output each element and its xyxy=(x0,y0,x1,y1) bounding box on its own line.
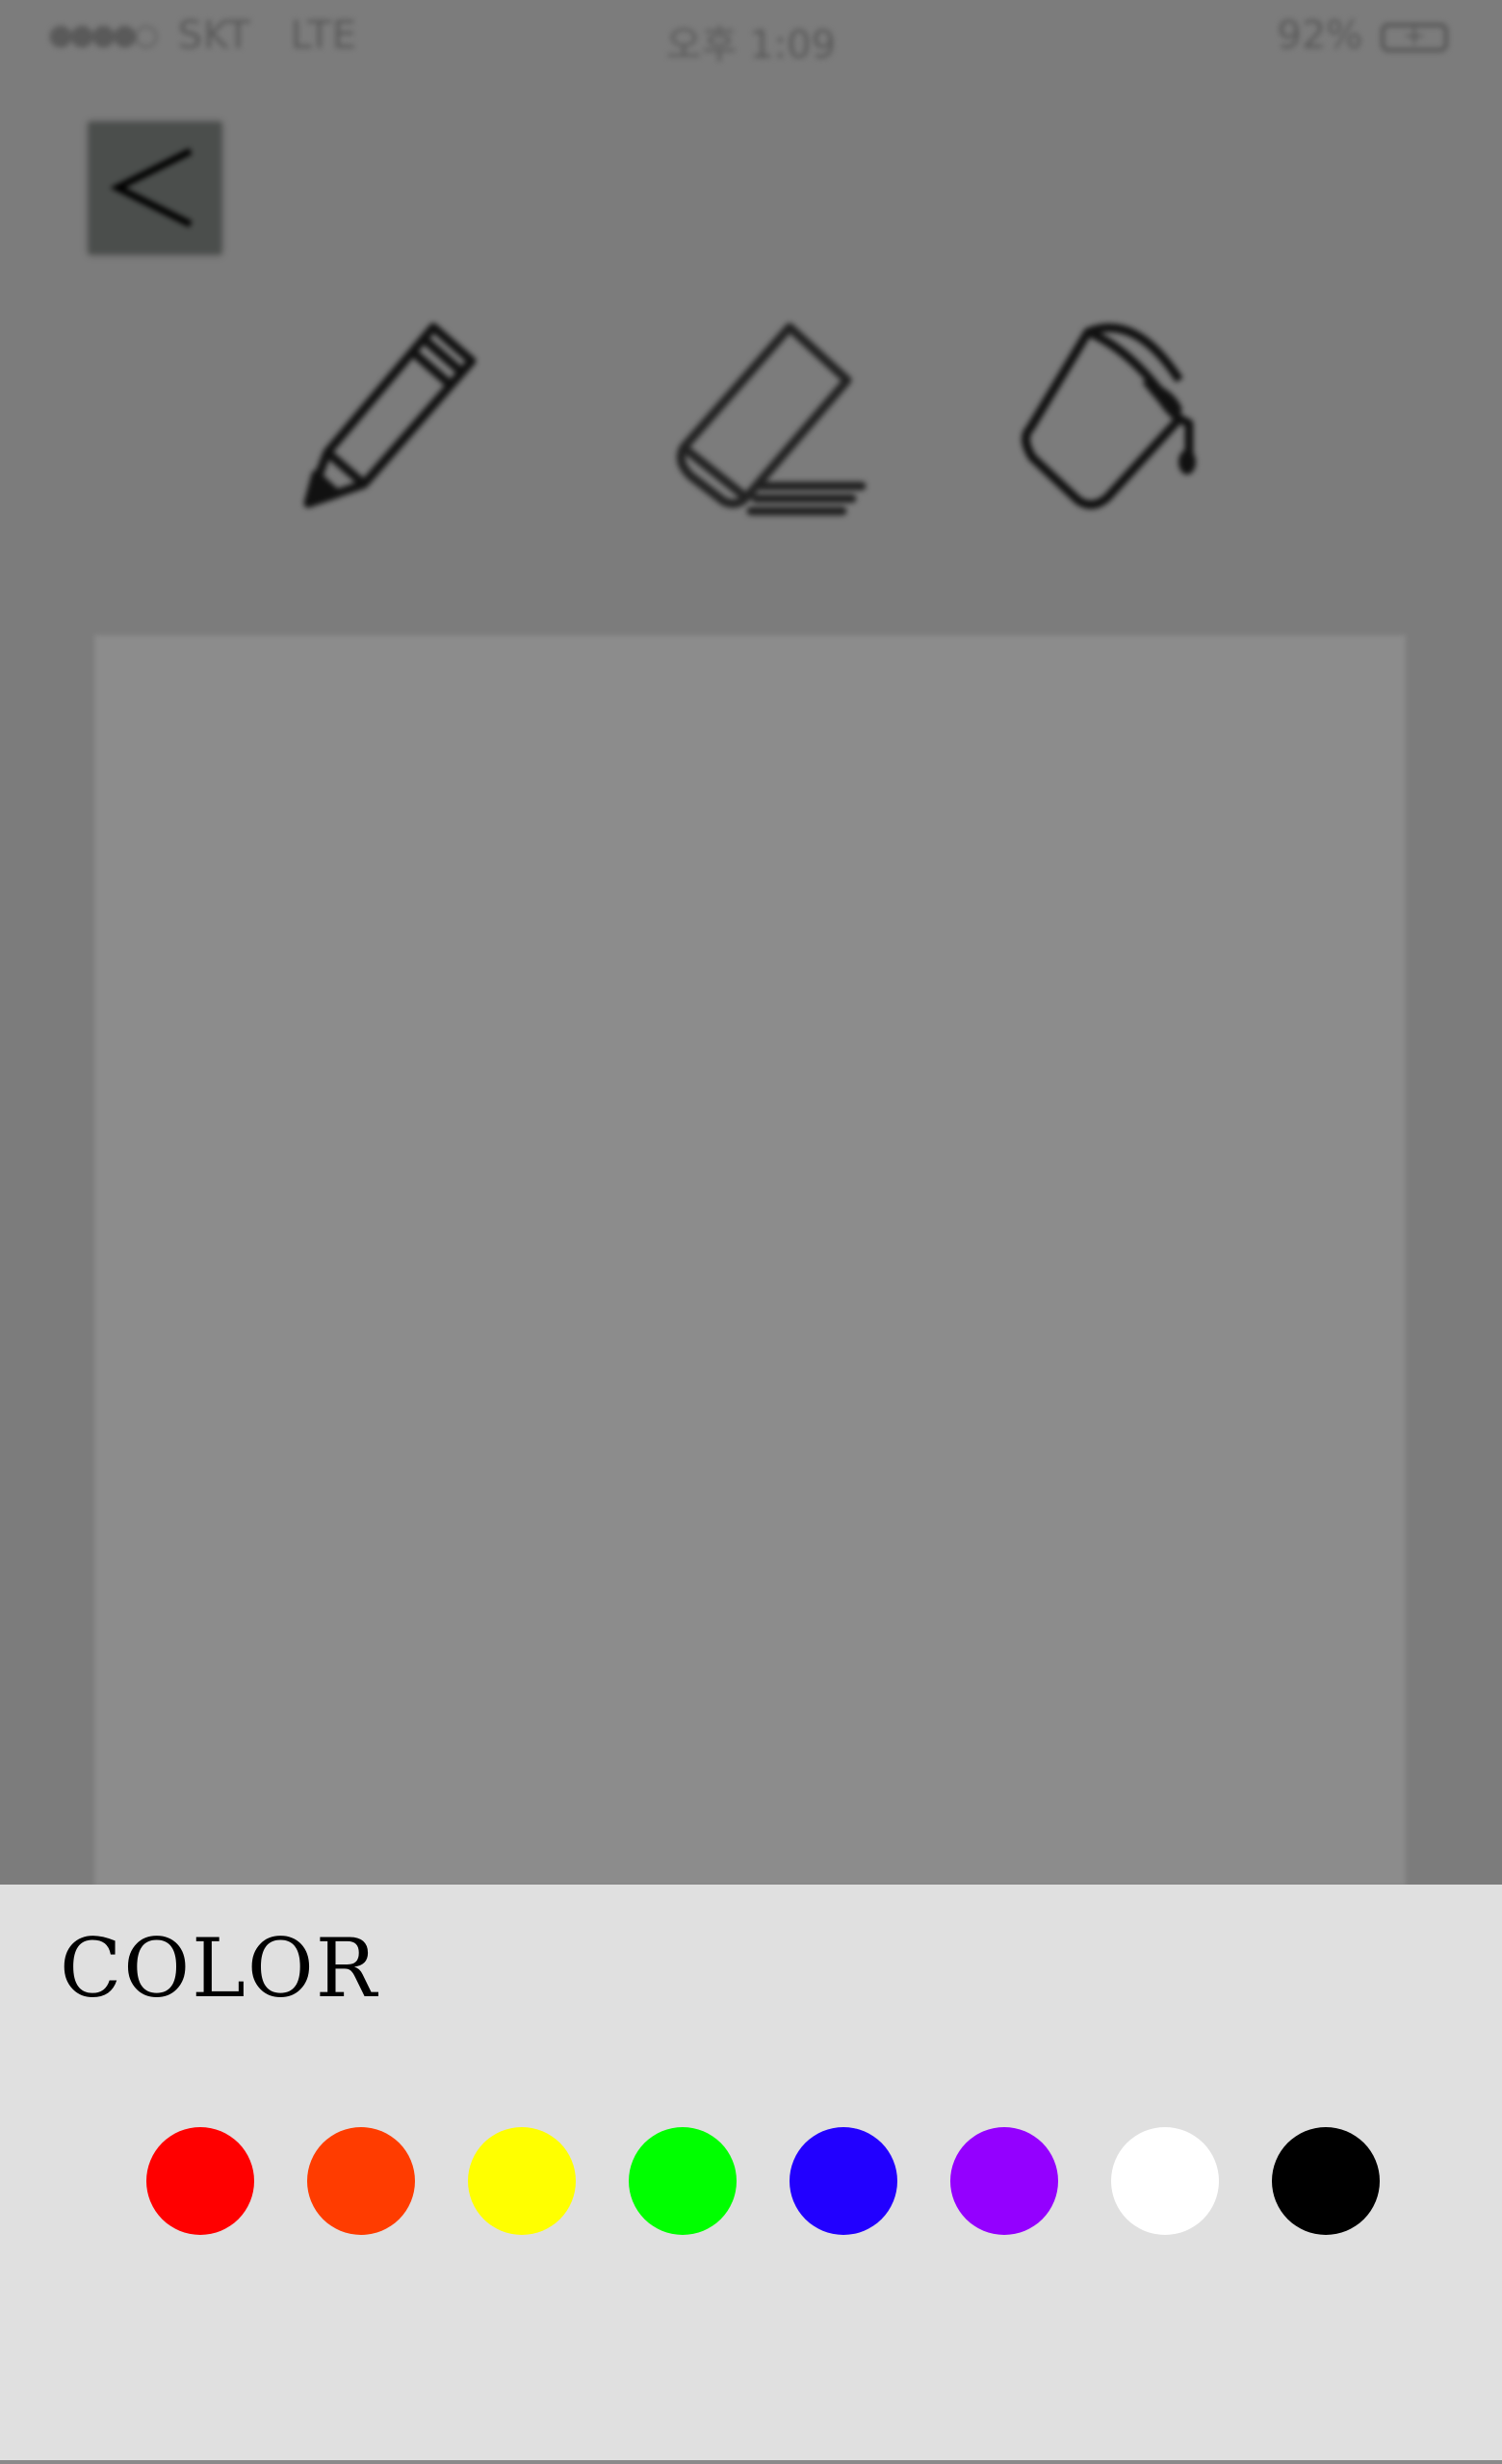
color-swatch-blue[interactable] xyxy=(790,2127,897,2235)
color-swatch-red[interactable] xyxy=(146,2127,254,2235)
color-swatch-orange[interactable] xyxy=(307,2127,415,2235)
pencil-icon xyxy=(303,322,477,508)
status-bar: ●●●●○ SKT LTE 오후 1:09 92% xyxy=(0,0,1502,77)
color-swatch-white[interactable] xyxy=(1111,2127,1219,2235)
battery-icon xyxy=(1381,19,1448,52)
divider xyxy=(0,2460,1502,2464)
color-swatch-yellow[interactable] xyxy=(468,2127,576,2235)
color-swatch-purple[interactable] xyxy=(950,2127,1058,2235)
battery-percent: 92% xyxy=(1277,13,1363,58)
pencil-tool-button[interactable] xyxy=(289,313,501,525)
color-swatch-black[interactable] xyxy=(1272,2127,1380,2235)
paint-bucket-tool-button[interactable] xyxy=(1011,313,1223,525)
status-right: 92% xyxy=(1277,13,1448,58)
drawing-screen-backdrop: ●●●●○ SKT LTE 오후 1:09 92% xyxy=(0,0,1502,1886)
color-sheet-title: COLOR xyxy=(60,1921,379,2015)
eraser-tool-button[interactable] xyxy=(655,313,867,525)
drawing-canvas[interactable] xyxy=(94,635,1406,1886)
paint-bucket-icon xyxy=(1022,323,1196,509)
color-picker-sheet: COLOR xyxy=(0,1885,1502,2464)
eraser-icon xyxy=(676,322,867,516)
color-swatch-green[interactable] xyxy=(629,2127,737,2235)
back-button[interactable] xyxy=(89,122,221,254)
chevron-left-icon xyxy=(110,147,193,228)
